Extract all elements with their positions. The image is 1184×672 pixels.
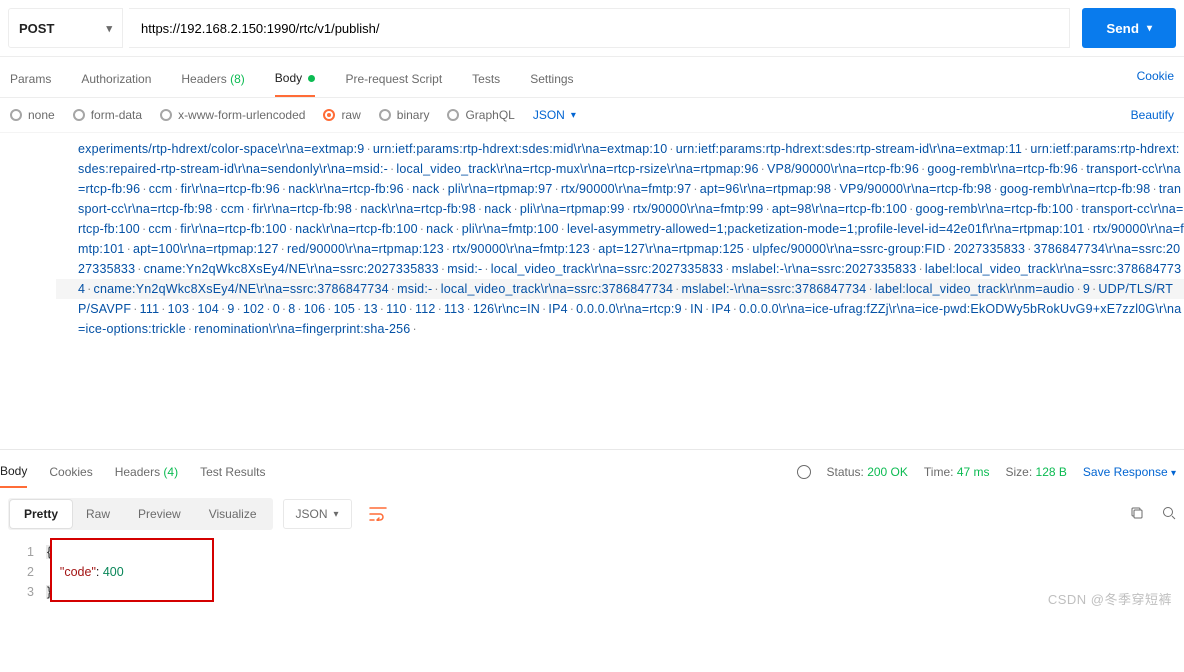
highlight-box xyxy=(50,538,214,602)
chevron-down-icon: ▾ xyxy=(334,509,339,520)
request-body-text: experiments/rtp-hdrext/color-space\r\na=… xyxy=(78,139,1184,339)
method-select[interactable]: POST ▾ xyxy=(8,8,123,48)
radio-none[interactable]: none xyxy=(10,108,55,122)
body-type-row: none form-data x-www-form-urlencoded raw… xyxy=(0,98,1184,133)
time-block: Time: 47 ms xyxy=(924,465,990,479)
send-button[interactable]: Send ▾ xyxy=(1082,8,1176,48)
response-status: Status: 200 OK Time: 47 ms Size: 128 B S… xyxy=(797,465,1177,479)
radio-xwww[interactable]: x-www-form-urlencoded xyxy=(160,108,305,122)
tab-settings[interactable]: Settings xyxy=(530,66,573,96)
chevron-down-icon: ▾ xyxy=(1147,23,1152,34)
status-block: Status: 200 OK xyxy=(827,465,908,479)
copy-icon[interactable] xyxy=(1130,506,1144,523)
response-format-select[interactable]: JSON ▾ xyxy=(283,499,352,529)
request-tabs: Params Authorization Headers (8) Body Pr… xyxy=(0,57,1184,98)
resp-tab-cookies[interactable]: Cookies xyxy=(49,457,92,487)
response-body-wrap: 1{ 2 "code": 400 3} CSDN @冬季穿短裤 xyxy=(0,540,1184,612)
response-tools xyxy=(1130,506,1176,523)
resp-tab-testresults[interactable]: Test Results xyxy=(200,457,265,487)
modified-dot-icon xyxy=(308,75,315,82)
tab-tests[interactable]: Tests xyxy=(472,66,500,96)
body-format-select[interactable]: JSON ▾ xyxy=(533,108,576,122)
view-segmented: Pretty Raw Preview Visualize xyxy=(8,498,273,530)
save-response-link[interactable]: Save Response ▾ xyxy=(1083,465,1176,479)
size-block: Size: 128 B xyxy=(1006,465,1067,479)
chevron-down-icon: ▾ xyxy=(106,22,112,35)
send-label: Send xyxy=(1106,21,1139,36)
wrap-lines-button[interactable] xyxy=(362,498,394,530)
request-bar: POST ▾ Send ▾ xyxy=(0,0,1184,57)
radio-raw[interactable]: raw xyxy=(323,108,360,122)
tab-authorization[interactable]: Authorization xyxy=(81,66,151,96)
url-input[interactable] xyxy=(129,8,1070,48)
resp-tab-body[interactable]: Body xyxy=(0,456,27,488)
resp-headers-count: (4) xyxy=(163,465,178,479)
tab-headers-label: Headers xyxy=(181,72,226,86)
method-value: POST xyxy=(19,21,54,36)
tab-params[interactable]: Params xyxy=(10,66,51,96)
view-preview[interactable]: Preview xyxy=(124,500,195,528)
tab-headers-count: (8) xyxy=(230,72,245,86)
tab-body-label: Body xyxy=(275,71,302,85)
watermark: CSDN @冬季穿短裤 xyxy=(1048,589,1172,608)
globe-icon[interactable] xyxy=(797,465,811,479)
cookies-link[interactable]: Cookie xyxy=(1137,69,1174,93)
request-body-editor[interactable]: experiments/rtp-hdrext/color-space\r\na=… xyxy=(0,133,1184,449)
response-tabs: Body Cookies Headers (4) Test Results St… xyxy=(0,449,1184,488)
chevron-down-icon: ▾ xyxy=(571,110,576,121)
view-raw[interactable]: Raw xyxy=(72,500,124,528)
response-format-row: Pretty Raw Preview Visualize JSON ▾ xyxy=(0,488,1184,540)
tab-headers[interactable]: Headers (8) xyxy=(181,66,244,96)
radio-graphql[interactable]: GraphQL xyxy=(447,108,514,122)
tab-prerequest[interactable]: Pre-request Script xyxy=(345,66,442,96)
resp-tab-headers[interactable]: Headers (4) xyxy=(115,457,178,487)
beautify-link[interactable]: Beautify xyxy=(1131,108,1174,122)
search-icon[interactable] xyxy=(1162,506,1176,523)
tab-body[interactable]: Body xyxy=(275,65,316,97)
view-visualize[interactable]: Visualize xyxy=(195,500,271,528)
radio-binary[interactable]: binary xyxy=(379,108,430,122)
view-pretty[interactable]: Pretty xyxy=(10,500,72,528)
radio-formdata[interactable]: form-data xyxy=(73,108,142,122)
